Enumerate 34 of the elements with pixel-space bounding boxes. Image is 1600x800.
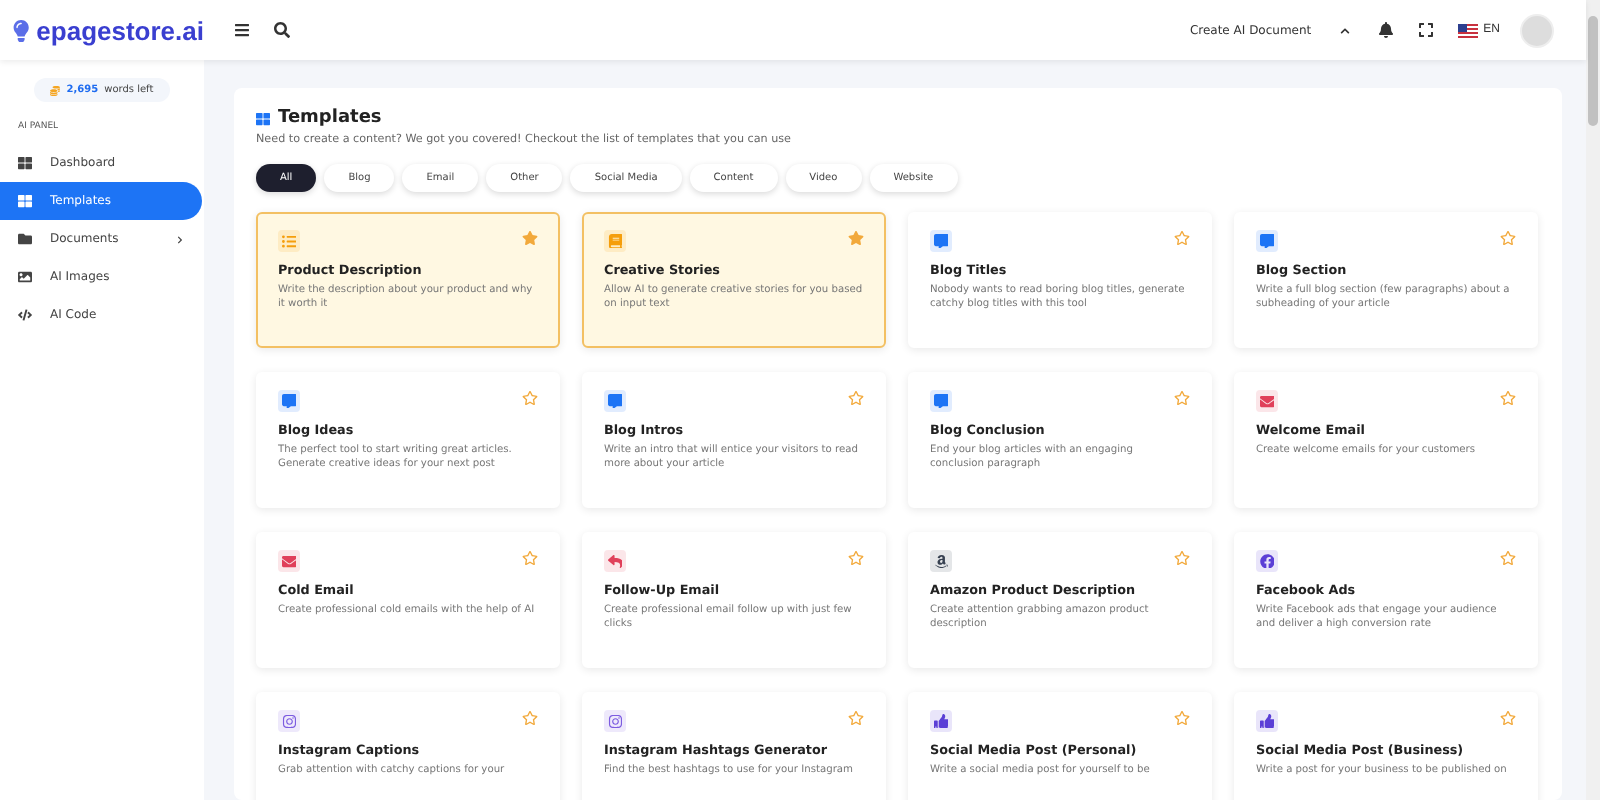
star-icon[interactable]	[1174, 390, 1190, 406]
image-icon	[18, 270, 32, 284]
folder-icon	[18, 232, 32, 246]
grid-icon	[256, 111, 270, 125]
star-icon[interactable]	[522, 390, 538, 406]
lightbulb-logo-icon	[12, 19, 31, 41]
star-icon[interactable]	[1500, 710, 1516, 726]
star-icon[interactable]	[1174, 710, 1190, 726]
star-icon[interactable]	[848, 710, 864, 726]
star-icon[interactable]	[1500, 390, 1516, 406]
grid-icon	[18, 156, 32, 170]
star-icon[interactable]	[1500, 550, 1516, 566]
star-icon[interactable]	[848, 550, 864, 566]
search-button[interactable]	[274, 22, 290, 38]
code-icon	[18, 308, 32, 322]
menu-button[interactable]	[234, 22, 250, 38]
star-icon[interactable]	[522, 710, 538, 726]
star-icon[interactable]	[848, 390, 864, 406]
notification-bell-button[interactable]	[1377, 22, 1394, 38]
chevron-up-icon[interactable]	[1339, 25, 1350, 35]
flag-icon	[1457, 23, 1478, 37]
star-icon[interactable]	[1174, 550, 1190, 566]
star-icon[interactable]	[848, 230, 864, 246]
scrollbar[interactable]	[1586, 0, 1600, 800]
star-icon[interactable]	[522, 230, 538, 246]
grid-icon	[18, 194, 32, 208]
fullscreen-button[interactable]	[1417, 22, 1434, 38]
page-title: Templates	[278, 108, 382, 128]
coins-icon	[50, 85, 61, 95]
star-icon[interactable]	[1174, 230, 1190, 246]
star-icon[interactable]	[522, 550, 538, 566]
star-icon[interactable]	[1500, 230, 1516, 246]
brand-name: epagestore.ai	[36, 15, 204, 45]
avatar[interactable]	[1520, 13, 1554, 47]
